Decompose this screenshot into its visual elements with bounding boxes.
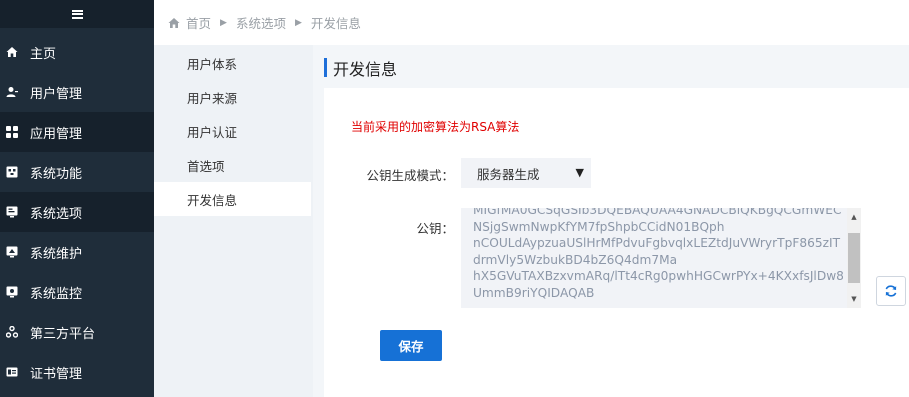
submenu-item-dev-info[interactable]: 开发信息: [154, 182, 311, 216]
nav-item-home[interactable]: 主页: [0, 32, 154, 72]
save-button[interactable]: 保存: [380, 330, 442, 361]
nav-item-options[interactable]: 系统选项: [0, 192, 154, 232]
scrollbar-thumb[interactable]: [848, 233, 860, 283]
monitor-icon: [6, 166, 18, 178]
submenu-item-user-system[interactable]: 用户体系: [154, 46, 311, 80]
public-key-label: 公钥：: [416, 221, 454, 236]
nav-item-label: 用户管理: [30, 86, 83, 102]
nav-item-label: 系统功能: [30, 166, 83, 182]
encryption-notice: 当前采用的加密算法为RSA算法: [351, 120, 520, 134]
nav-item-maintenance[interactable]: 系统维护: [0, 232, 154, 272]
nav-item-label: 第三方平台: [30, 326, 96, 342]
nav-item-apps[interactable]: 应用管理: [0, 112, 154, 152]
nav-item-users[interactable]: 用户管理: [0, 72, 154, 112]
nav-item-label: 主页: [30, 46, 57, 62]
public-key-text: MIGfMA0GCSqGSIb3DQEBAQUAA4GNADCBiQKBgQCG…: [473, 208, 844, 300]
nav-item-certificates[interactable]: 证书管理: [0, 352, 154, 392]
maintenance-icon: [6, 246, 18, 258]
page-title: 开发信息: [324, 57, 397, 79]
breadcrumb-system-options[interactable]: 系统选项: [236, 13, 286, 32]
nav-item-monitoring[interactable]: 系统监控: [0, 272, 154, 312]
dev-info-panel: 当前采用的加密算法为RSA算法 公钥生成模式： 服务器生成 ▼ 公钥： MIGf…: [324, 88, 909, 397]
submenu-label: 首选项: [187, 158, 225, 174]
nav-item-label: 证书管理: [30, 366, 83, 382]
submenu-label: 用户来源: [187, 90, 238, 106]
key-mode-select[interactable]: 服务器生成 ▼: [461, 158, 591, 188]
breadcrumb-separator-icon: ▶: [220, 17, 227, 28]
breadcrumb-current: 开发信息: [310, 16, 361, 31]
nav-item-label: 系统选项: [30, 206, 83, 222]
submenu-item-preferences[interactable]: 首选项: [154, 148, 311, 182]
nav-item-label: 系统监控: [30, 286, 83, 302]
submenu-label: 用户认证: [187, 124, 238, 140]
submenu: 用户体系 用户来源 用户认证 首选项 开发信息: [154, 45, 313, 397]
submenu-item-user-source[interactable]: 用户来源: [154, 80, 311, 114]
refresh-key-button[interactable]: [876, 276, 906, 306]
home-icon[interactable]: [168, 17, 180, 29]
breadcrumb-home[interactable]: 首页: [186, 13, 211, 32]
nav-item-third-party[interactable]: 第三方平台: [0, 312, 154, 352]
monitor-alert-icon: [6, 286, 18, 298]
submenu-item-user-auth[interactable]: 用户认证: [154, 114, 311, 148]
breadcrumb-separator-icon: ▶: [294, 17, 302, 28]
grid-icon: [6, 126, 18, 138]
user-icon: [6, 86, 18, 98]
certificate-icon: [6, 366, 18, 378]
nav-item-label: 系统维护: [30, 246, 83, 262]
options-icon: [6, 206, 18, 218]
home-icon: [6, 46, 18, 58]
network-icon: [6, 326, 18, 338]
menu-toggle[interactable]: [0, 0, 154, 28]
submenu-label: 用户体系: [187, 56, 238, 72]
scroll-up-icon[interactable]: ▲: [847, 210, 861, 224]
submenu-label: 开发信息: [187, 192, 238, 208]
key-mode-value: 服务器生成: [477, 166, 540, 182]
nav-item-functions[interactable]: 系统功能: [0, 152, 154, 192]
sidebar-nav: 主页 用户管理 应用管理 系统功能 系统选项 系统维护 系统监控 第三方平台 证…: [0, 0, 154, 397]
public-key-textarea[interactable]: MIGfMA0GCSqGSIb3DQEBAQUAA4GNADCBiQKBgQCG…: [461, 208, 861, 308]
dropdown-arrow-icon: ▼: [575, 166, 584, 179]
scrollbar[interactable]: ▲ ▼: [847, 208, 861, 308]
refresh-icon: [884, 284, 898, 298]
hamburger-icon[interactable]: [71, 9, 83, 19]
scroll-down-icon[interactable]: ▼: [847, 292, 861, 306]
main-content: 开发信息 当前采用的加密算法为RSA算法 公钥生成模式： 服务器生成 ▼ 公钥：…: [313, 45, 909, 397]
key-mode-label: 公钥生成模式：: [366, 168, 454, 183]
nav-item-label: 应用管理: [30, 126, 83, 142]
breadcrumb: 首页 ▶ 系统选项 ▶ 开发信息: [154, 0, 909, 45]
